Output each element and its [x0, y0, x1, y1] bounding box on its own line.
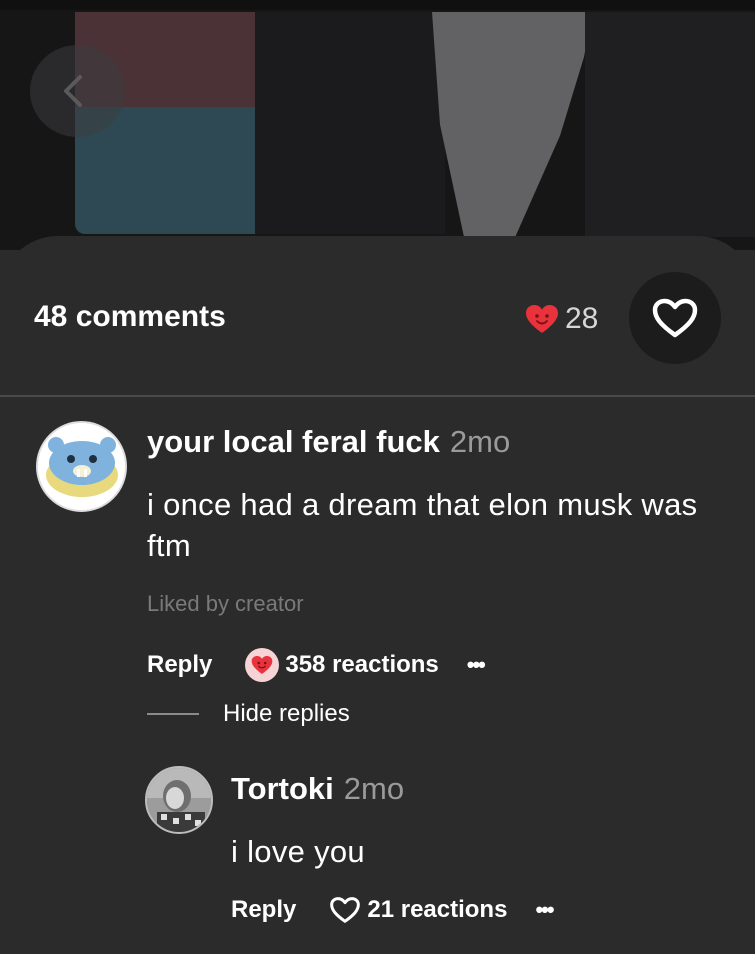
comment-author-line: your local feral fuck 2mo: [147, 424, 510, 460]
heart-emoji-reaction-icon: [245, 648, 280, 682]
back-button[interactable]: [30, 45, 125, 137]
reactions-button[interactable]: 21 reactions: [329, 896, 507, 924]
reply-author-line: Tortoki 2mo: [231, 771, 404, 807]
comment-author[interactable]: Tortoki: [231, 771, 334, 807]
comment-text: i once had a dream that elon musk was ft…: [147, 487, 698, 563]
comments-count: 48 comments: [34, 300, 226, 333]
avatar[interactable]: [145, 766, 213, 834]
reactions-button[interactable]: 358 reactions: [245, 648, 439, 682]
replies-line-divider: [147, 713, 199, 715]
image-shirt-shape: [432, 12, 592, 237]
comment-time: 2mo: [343, 771, 405, 806]
reactions-count: 21 reactions: [367, 896, 508, 923]
more-options-button[interactable]: •••: [467, 652, 486, 678]
reply-button[interactable]: Reply: [147, 651, 212, 679]
more-options-button[interactable]: •••: [535, 897, 554, 923]
reply-text: i love you: [231, 834, 365, 869]
reply-button[interactable]: Reply: [231, 896, 296, 924]
comments-header: 48 comments 28: [0, 236, 755, 396]
reactions-count: 358 reactions: [285, 651, 439, 678]
comment-time: 2mo: [449, 424, 511, 459]
post-image-background: [0, 0, 755, 250]
spheal-avatar-image: [38, 423, 125, 510]
liked-by-creator-label: Liked by creator: [147, 591, 304, 616]
heart-outline-icon: [330, 897, 361, 923]
heart-emoji-icon: [526, 305, 558, 333]
hide-replies-button[interactable]: Hide replies: [223, 700, 350, 728]
header-divider: [0, 395, 755, 397]
reply-actions: Reply 21 reactions •••: [231, 896, 555, 924]
comment-actions: Reply 358 reactions •••: [147, 648, 486, 682]
back-chevron-icon: [63, 75, 82, 107]
avatar[interactable]: [36, 421, 127, 512]
post-likes: 28: [525, 302, 598, 336]
status-bar-strip: [0, 0, 755, 10]
hide-replies-row: Hide replies: [147, 700, 350, 728]
image-suit-shape: [585, 12, 755, 237]
like-post-button[interactable]: [629, 272, 721, 364]
image-dark-panel: [255, 12, 445, 234]
tortoki-avatar-image: [147, 768, 211, 832]
heart-outline-icon: [652, 298, 698, 338]
like-count: 28: [565, 302, 599, 335]
comment-author[interactable]: your local feral fuck: [147, 424, 440, 460]
